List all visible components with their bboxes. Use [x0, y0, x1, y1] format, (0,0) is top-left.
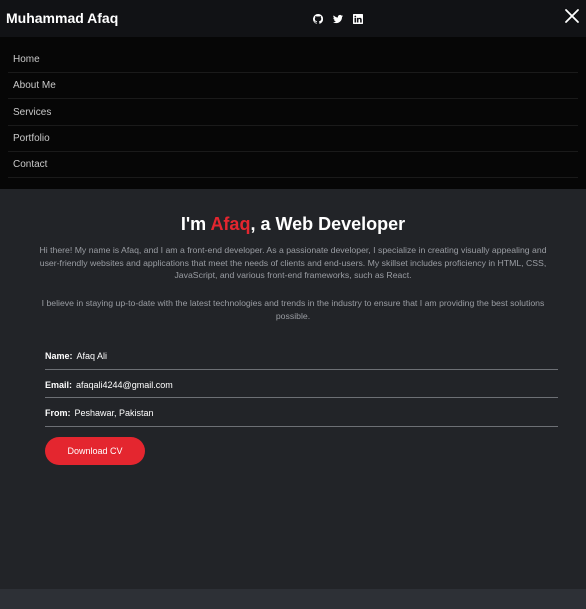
info-key: Email:: [45, 380, 73, 390]
menu-divider: [8, 177, 578, 178]
menu-item-label: Contact: [13, 159, 48, 170]
info-divider: [45, 369, 558, 370]
close-icon[interactable]: [564, 8, 580, 24]
headline-prefix: I'm: [180, 214, 211, 234]
nav-menu: Home About Me Services Portfolio Contact: [0, 37, 586, 189]
twitter-icon[interactable]: [333, 14, 343, 24]
info-value: Afaq Ali: [76, 351, 108, 361]
social-links: [313, 12, 363, 26]
page-title: I'm Afaq, a Web Developer: [0, 214, 586, 235]
info-key: From:: [45, 408, 71, 418]
menu-item-label: About Me: [13, 80, 56, 91]
intro-paragraph: Hi there! My name is Afaq, and I am a fr…: [39, 245, 547, 280]
menu-item-label: Services: [13, 107, 52, 118]
about-section: I'm Afaq, a Web Developer Hi there! My n…: [0, 189, 586, 589]
menu-item-label: Home: [13, 54, 40, 65]
headline-suffix: , a Web Developer: [250, 214, 406, 234]
top-header: Muhammad Afaq: [0, 0, 586, 37]
menu-item-contact[interactable]: Contact: [0, 152, 586, 178]
headline-name: Afaq: [210, 214, 251, 234]
info-divider: [45, 426, 558, 427]
menu-item-label: Portfolio: [13, 133, 50, 144]
linkedin-icon[interactable]: [353, 14, 363, 24]
brand-title[interactable]: Muhammad Afaq: [6, 10, 118, 26]
info-row-from: From: Peshawar, Pakistan: [45, 408, 558, 428]
menu-divider: [8, 98, 578, 99]
download-cv-button[interactable]: Download CV: [45, 437, 145, 465]
intro-paragraph-2: I believe in staying up-to-date with the…: [41, 298, 545, 321]
menu-item-home[interactable]: Home: [0, 47, 586, 73]
info-value: afaqali4244@gmail.com: [76, 380, 173, 390]
footer-strip: [0, 589, 586, 609]
menu-item-portfolio[interactable]: Portfolio: [0, 126, 586, 152]
menu-item-about[interactable]: About Me: [0, 73, 586, 99]
github-icon[interactable]: [313, 14, 323, 24]
info-divider: [45, 397, 558, 398]
info-row-name: Name: Afaq Ali: [45, 351, 558, 371]
menu-item-services[interactable]: Services: [0, 100, 586, 126]
info-key: Name:: [45, 351, 73, 361]
info-value: Peshawar, Pakistan: [74, 408, 154, 418]
